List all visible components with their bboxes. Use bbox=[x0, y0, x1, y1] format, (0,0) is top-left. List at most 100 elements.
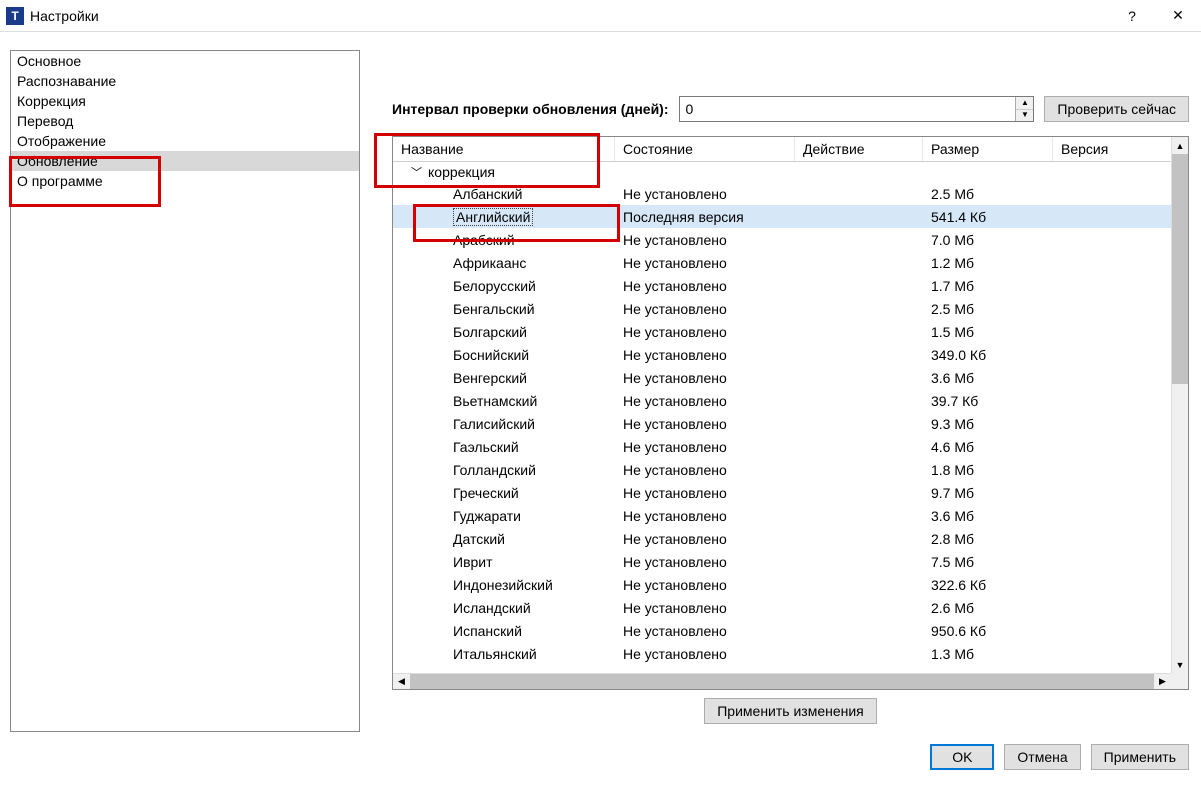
interval-spinbox[interactable]: ▲ ▼ bbox=[679, 96, 1035, 122]
row-size: 349.0 Кб bbox=[923, 347, 1053, 363]
table-row[interactable]: ИвритНе установлено7.5 Мб bbox=[393, 550, 1188, 573]
table-row[interactable]: Албанский Не установлено 2.5 Мб bbox=[393, 182, 1188, 205]
row-state: Не установлено bbox=[615, 577, 795, 593]
row-state: Не установлено bbox=[615, 646, 795, 662]
check-now-button[interactable]: Проверить сейчас bbox=[1044, 96, 1189, 122]
row-name: Арабский bbox=[453, 232, 515, 248]
row-state: Не установлено bbox=[615, 393, 795, 409]
row-state: Не установлено bbox=[615, 232, 795, 248]
row-size: 9.3 Мб bbox=[923, 416, 1053, 432]
row-state: Не установлено bbox=[615, 439, 795, 455]
spin-down-icon[interactable]: ▼ bbox=[1016, 110, 1033, 122]
sidebar-item[interactable]: Основное bbox=[11, 51, 359, 71]
row-state: Не установлено bbox=[615, 301, 795, 317]
row-size: 7.0 Мб bbox=[923, 232, 1053, 248]
apply-changes-button[interactable]: Применить изменения bbox=[704, 698, 877, 724]
row-state: Не установлено bbox=[615, 324, 795, 340]
col-action[interactable]: Действие bbox=[795, 137, 923, 161]
row-state: Не установлено bbox=[615, 623, 795, 639]
col-state[interactable]: Состояние bbox=[615, 137, 795, 161]
row-state: Не установлено bbox=[615, 508, 795, 524]
row-size: 7.5 Мб bbox=[923, 554, 1053, 570]
row-size: 541.4 Кб bbox=[923, 209, 1053, 225]
table-row[interactable]: ДатскийНе установлено2.8 Мб bbox=[393, 527, 1188, 550]
table-row[interactable]: ВенгерскийНе установлено3.6 Мб bbox=[393, 366, 1188, 389]
row-size: 2.8 Мб bbox=[923, 531, 1053, 547]
table-row[interactable]: ГалисийскийНе установлено9.3 Мб bbox=[393, 412, 1188, 435]
help-button[interactable]: ? bbox=[1109, 0, 1155, 32]
table-row[interactable]: ИсландскийНе установлено2.6 Мб bbox=[393, 596, 1188, 619]
row-state: Последняя версия bbox=[615, 209, 795, 225]
scroll-left-icon[interactable]: ◀ bbox=[393, 674, 410, 689]
table-row[interactable]: ИтальянскийНе установлено1.3 Мб bbox=[393, 642, 1188, 665]
row-name: Галисийский bbox=[453, 416, 535, 432]
table-row[interactable]: ГолландскийНе установлено1.8 Мб bbox=[393, 458, 1188, 481]
row-name: Бенгальский bbox=[453, 301, 535, 317]
col-size[interactable]: Размер bbox=[923, 137, 1053, 161]
row-state: Не установлено bbox=[615, 186, 795, 202]
table-row[interactable]: БенгальскийНе установлено2.5 Мб bbox=[393, 297, 1188, 320]
table-row[interactable]: АфрикаансНе установлено1.2 Мб bbox=[393, 251, 1188, 274]
spin-up-icon[interactable]: ▲ bbox=[1016, 97, 1033, 110]
row-name: Иврит bbox=[453, 554, 493, 570]
hscrollbar-thumb[interactable] bbox=[410, 674, 1154, 689]
sidebar-item[interactable]: Перевод bbox=[11, 111, 359, 131]
table-header[interactable]: Название Состояние Действие Размер Верси… bbox=[393, 137, 1188, 162]
table-row[interactable]: Индонезийский Не установлено 322.6 Кб bbox=[393, 573, 1188, 596]
interval-input[interactable] bbox=[680, 97, 1016, 121]
row-name: Итальянский bbox=[453, 646, 537, 662]
close-button[interactable]: ✕ bbox=[1155, 0, 1201, 32]
scroll-right-icon[interactable]: ▶ bbox=[1154, 674, 1171, 689]
scroll-up-icon[interactable]: ▲ bbox=[1172, 137, 1188, 154]
table-row[interactable]: БолгарскийНе установлено1.5 Мб bbox=[393, 320, 1188, 343]
table-row[interactable]: БоснийскийНе установлено349.0 Кб bbox=[393, 343, 1188, 366]
sidebar-item[interactable]: О программе bbox=[11, 171, 359, 191]
scroll-down-icon[interactable]: ▼ bbox=[1172, 656, 1188, 673]
table-row[interactable]: ИспанскийНе установлено950.6 Кб bbox=[393, 619, 1188, 642]
row-state: Не установлено bbox=[615, 278, 795, 294]
row-size: 2.6 Мб bbox=[923, 600, 1053, 616]
col-version[interactable]: Версия bbox=[1053, 137, 1188, 161]
table-row[interactable]: Арабский Не установлено 7.0 Мб bbox=[393, 228, 1188, 251]
apply-button[interactable]: Применить bbox=[1091, 744, 1189, 770]
updates-table: Название Состояние Действие Размер Верси… bbox=[392, 136, 1189, 690]
sidebar-item[interactable]: Отображение bbox=[11, 131, 359, 151]
table-row[interactable]: Белорусский Не установлено 1.7 Мб bbox=[393, 274, 1188, 297]
row-name: Вьетнамский bbox=[453, 393, 537, 409]
row-name: Индонезийский bbox=[453, 577, 553, 593]
row-size: 3.6 Мб bbox=[923, 370, 1053, 386]
row-size: 1.5 Мб bbox=[923, 324, 1053, 340]
group-row[interactable]: ﹀ коррекция bbox=[393, 162, 1188, 182]
scrollbar-thumb[interactable] bbox=[1172, 154, 1188, 384]
row-name: Гуджарати bbox=[453, 508, 521, 524]
horizontal-scrollbar[interactable]: ◀ ▶ bbox=[393, 673, 1171, 689]
row-state: Не установлено bbox=[615, 485, 795, 501]
table-row[interactable]: Английский Последняя версия 541.4 Кб bbox=[393, 205, 1188, 228]
window-title: Настройки bbox=[30, 8, 99, 24]
row-state: Не установлено bbox=[615, 255, 795, 271]
table-row[interactable]: ГреческийНе установлено9.7 Мб bbox=[393, 481, 1188, 504]
cancel-button[interactable]: Отмена bbox=[1004, 744, 1080, 770]
row-name: Голландский bbox=[453, 462, 536, 478]
sidebar-item[interactable]: Распознавание bbox=[11, 71, 359, 91]
sidebar-item[interactable]: Обновление bbox=[11, 151, 359, 171]
row-size: 4.6 Мб bbox=[923, 439, 1053, 455]
row-name: Албанский bbox=[453, 186, 523, 202]
row-size: 2.5 Мб bbox=[923, 186, 1053, 202]
group-label: коррекция bbox=[428, 164, 495, 180]
vertical-scrollbar[interactable]: ▲ ▼ bbox=[1171, 137, 1188, 673]
table-row[interactable]: ГаэльскийНе установлено4.6 Мб bbox=[393, 435, 1188, 458]
row-size: 1.7 Мб bbox=[923, 278, 1053, 294]
row-size: 322.6 Кб bbox=[923, 577, 1053, 593]
table-row[interactable]: ВьетнамскийНе установлено39.7 Кб bbox=[393, 389, 1188, 412]
ok-button[interactable]: OK bbox=[930, 744, 994, 770]
row-size: 3.6 Мб bbox=[923, 508, 1053, 524]
table-row[interactable]: Гуджарати Не установлено 3.6 Мб bbox=[393, 504, 1188, 527]
row-size: 9.7 Мб bbox=[923, 485, 1053, 501]
row-name: Английский bbox=[453, 208, 533, 226]
chevron-down-icon[interactable]: ﹀ bbox=[411, 164, 422, 180]
row-state: Не установлено bbox=[615, 370, 795, 386]
col-name[interactable]: Название bbox=[393, 137, 615, 161]
sidebar-item[interactable]: Коррекция bbox=[11, 91, 359, 111]
row-name: Белорусский bbox=[453, 278, 536, 294]
